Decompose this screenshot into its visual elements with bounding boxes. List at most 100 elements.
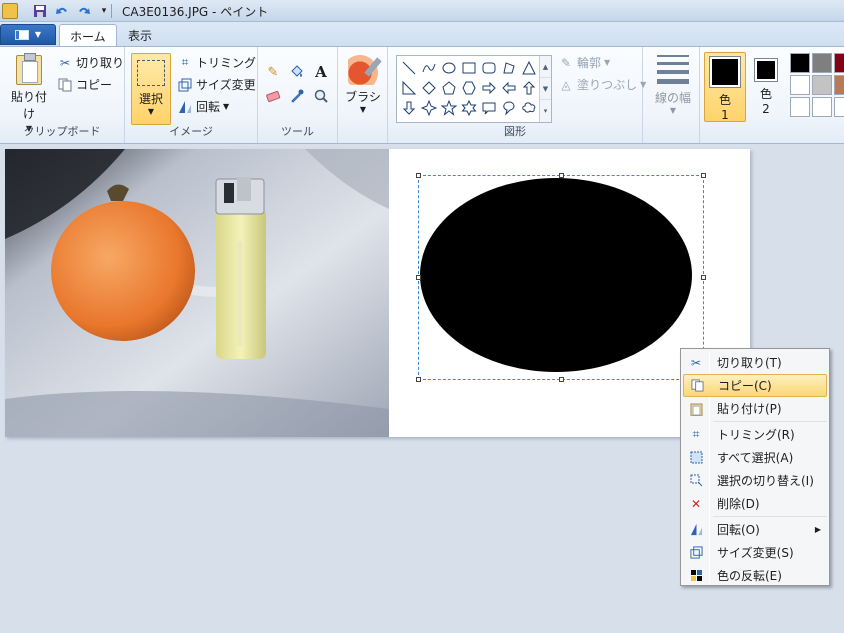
brush-button[interactable]: ブラシ ▼ bbox=[341, 55, 385, 114]
text-icon[interactable]: A bbox=[310, 61, 332, 83]
color2-label-line2: 2 bbox=[762, 102, 770, 116]
triangle-shape-icon[interactable] bbox=[519, 58, 539, 78]
line-shape-icon[interactable] bbox=[399, 58, 419, 78]
menu-item-crop[interactable]: ⌗ トリミング(R) bbox=[683, 423, 827, 446]
menu-item-resize[interactable]: サイズ変更(S) bbox=[683, 541, 827, 564]
fill-button[interactable]: ◬ 塗りつぶし ▼ bbox=[558, 76, 646, 93]
resize-handle[interactable] bbox=[701, 173, 706, 178]
pencil-icon[interactable]: ✎ bbox=[262, 61, 284, 83]
app-menu-button[interactable]: ▼ bbox=[0, 24, 56, 45]
paint-app-icon[interactable] bbox=[2, 3, 18, 19]
resize-handle[interactable] bbox=[559, 173, 564, 178]
color-picker-icon[interactable] bbox=[286, 85, 308, 107]
polygon-shape-icon[interactable] bbox=[499, 58, 519, 78]
resize-handle[interactable] bbox=[416, 275, 421, 280]
cloud-callout-shape-icon[interactable] bbox=[519, 98, 539, 118]
title-bar: ▾ CA3E0136.JPG - ペイント bbox=[0, 0, 844, 22]
gallery-expand-icon[interactable]: ▾ bbox=[540, 100, 551, 122]
menu-item-invert-color[interactable]: 色の反転(E) bbox=[683, 564, 827, 587]
color1-label-line2: 1 bbox=[721, 108, 729, 122]
save-icon[interactable] bbox=[32, 3, 48, 19]
paste-label: 貼り付け bbox=[10, 90, 47, 121]
menu-item-label: すべて選択(A) bbox=[717, 451, 794, 465]
palette-swatch[interactable] bbox=[834, 53, 844, 73]
shapes-scrollbar[interactable]: ▲ ▼ ▾ bbox=[539, 56, 551, 122]
clipboard-group-label: クリップボード bbox=[23, 125, 101, 138]
paste-button[interactable]: 貼り付け ▼ bbox=[6, 53, 52, 133]
right-triangle-shape-icon[interactable] bbox=[399, 78, 419, 98]
palette-swatch[interactable] bbox=[834, 75, 844, 95]
undo-icon[interactable] bbox=[54, 3, 70, 19]
menu-item-rotate[interactable]: 回転(O) ▶ bbox=[683, 518, 827, 541]
shapes-group-label: 図形 bbox=[504, 125, 526, 138]
rounded-rectangle-shape-icon[interactable] bbox=[479, 58, 499, 78]
fill-bucket-icon[interactable] bbox=[286, 61, 308, 83]
delete-icon: ✕ bbox=[690, 496, 702, 511]
rounded-callout-shape-icon[interactable] bbox=[479, 98, 499, 118]
diamond-shape-icon[interactable] bbox=[419, 78, 439, 98]
menu-item-paste[interactable]: 貼り付け(P) bbox=[683, 397, 827, 420]
copy-button[interactable]: コピー bbox=[57, 76, 112, 93]
crop-icon: ⌗ bbox=[692, 427, 700, 441]
cut-button[interactable]: ✂ 切り取り bbox=[57, 54, 124, 71]
left-arrow-shape-icon[interactable] bbox=[499, 78, 519, 98]
fill-label: 塗りつぶし bbox=[577, 78, 638, 92]
select-label: 選択 bbox=[138, 92, 163, 106]
rectangle-shape-icon[interactable] bbox=[459, 58, 479, 78]
menu-item-cut[interactable]: ✂ 切り取り(T) bbox=[683, 351, 827, 374]
up-arrow-shape-icon[interactable] bbox=[519, 78, 539, 98]
palette-swatch[interactable] bbox=[812, 53, 832, 73]
resize-button[interactable]: サイズ変更 bbox=[177, 76, 256, 93]
color1-button[interactable]: 色 1 bbox=[704, 52, 746, 122]
rotate-button[interactable]: 回転 ▼ bbox=[177, 98, 229, 115]
menu-item-select-all[interactable]: すべて選択(A) bbox=[683, 446, 827, 469]
resize-handle[interactable] bbox=[559, 377, 564, 382]
menu-item-invert-selection[interactable]: 選択の切り替え(I) bbox=[683, 469, 827, 492]
color2-button[interactable]: 色 2 bbox=[750, 58, 782, 116]
redo-icon[interactable] bbox=[76, 3, 92, 19]
tab-home[interactable]: ホーム bbox=[59, 24, 117, 46]
scroll-up-icon[interactable]: ▲ bbox=[540, 56, 551, 78]
select-icon bbox=[137, 60, 165, 86]
scroll-down-icon[interactable]: ▼ bbox=[540, 78, 551, 100]
eraser-icon[interactable] bbox=[262, 85, 284, 107]
selection-rectangle[interactable] bbox=[416, 173, 706, 382]
six-point-star-shape-icon[interactable] bbox=[459, 98, 479, 118]
tab-view[interactable]: 表示 bbox=[118, 24, 162, 46]
resize-handle[interactable] bbox=[416, 377, 421, 382]
palette-swatch[interactable] bbox=[834, 97, 844, 117]
menu-item-copy[interactable]: コピー(C) bbox=[683, 374, 827, 397]
outline-button[interactable]: ✎ 輪郭 ▼ bbox=[558, 54, 610, 71]
rotate-label: 回転 bbox=[196, 100, 221, 114]
palette-swatch[interactable] bbox=[790, 75, 810, 95]
chevron-down-icon: ▼ bbox=[604, 58, 611, 67]
palette-swatch[interactable] bbox=[812, 97, 832, 117]
line-width-button[interactable]: 線の幅 ▼ bbox=[651, 55, 695, 115]
palette-swatch[interactable] bbox=[790, 53, 810, 73]
palette-swatch[interactable] bbox=[790, 97, 810, 117]
crop-button[interactable]: ⌗ トリミング bbox=[177, 54, 256, 71]
down-arrow-shape-icon[interactable] bbox=[399, 98, 419, 118]
select-button[interactable]: 選択 ▼ bbox=[131, 53, 171, 125]
chevron-down-icon: ▼ bbox=[359, 105, 367, 114]
curve-shape-icon[interactable] bbox=[419, 58, 439, 78]
resize-handle[interactable] bbox=[701, 275, 706, 280]
four-point-star-shape-icon[interactable] bbox=[419, 98, 439, 118]
oval-callout-shape-icon[interactable] bbox=[499, 98, 519, 118]
oval-shape-icon[interactable] bbox=[439, 58, 459, 78]
right-arrow-shape-icon[interactable] bbox=[479, 78, 499, 98]
hexagon-shape-icon[interactable] bbox=[459, 78, 479, 98]
menu-item-label: サイズ変更(S) bbox=[717, 546, 794, 560]
customize-icon[interactable]: ▾ bbox=[96, 3, 112, 19]
pentagon-shape-icon[interactable] bbox=[439, 78, 459, 98]
drawing-canvas[interactable] bbox=[5, 149, 750, 437]
resize-handle[interactable] bbox=[416, 173, 421, 178]
five-point-star-shape-icon[interactable] bbox=[439, 98, 459, 118]
menu-item-label: 削除(D) bbox=[717, 497, 760, 511]
menu-item-delete[interactable]: ✕ 削除(D) bbox=[683, 492, 827, 515]
outline-icon: ✎ bbox=[560, 55, 572, 70]
magnifier-icon[interactable] bbox=[310, 85, 332, 107]
palette-swatch[interactable] bbox=[812, 75, 832, 95]
menu-item-label: 色の反転(E) bbox=[717, 569, 782, 583]
resize-icon bbox=[683, 546, 709, 559]
